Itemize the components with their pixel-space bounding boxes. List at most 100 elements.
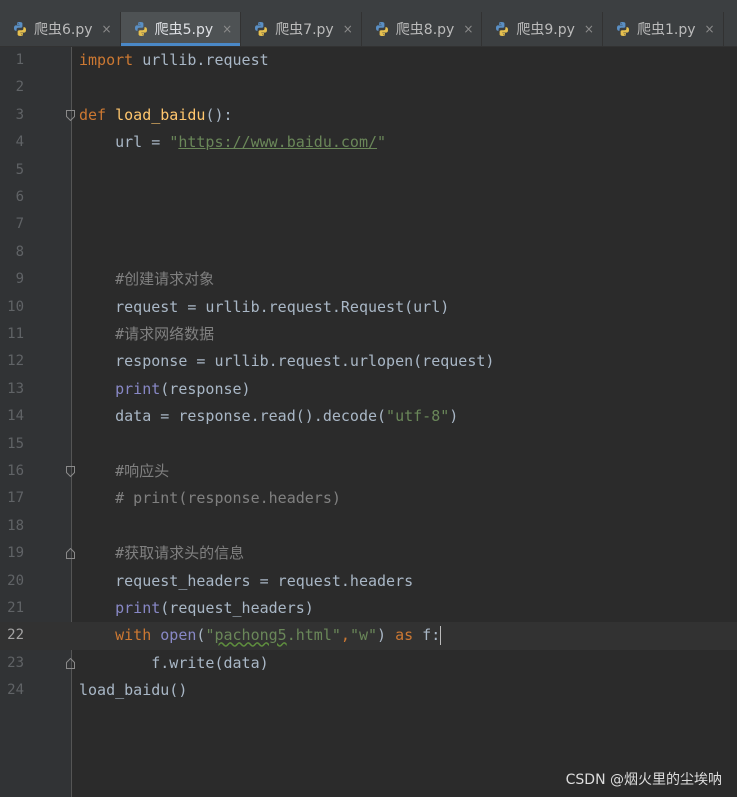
line-number: 24 xyxy=(7,682,24,699)
python-file-icon xyxy=(375,22,388,36)
fold-open-icon[interactable] xyxy=(66,109,75,121)
code-line[interactable]: 15 xyxy=(0,431,737,458)
code-text[interactable]: #获取请求头的信息 xyxy=(79,540,244,567)
code-line[interactable]: 14 data = response.read().decode("utf-8"… xyxy=(0,403,737,430)
editor-tab[interactable]: 爬虫5.py × xyxy=(120,12,242,46)
line-number: 8 xyxy=(15,243,24,260)
line-number: 18 xyxy=(7,517,24,534)
code-text[interactable]: f.write(data) xyxy=(79,650,269,677)
code-token: (request_headers) xyxy=(160,599,314,617)
code-token: " xyxy=(377,133,387,152)
code-text[interactable]: load_baidu() xyxy=(79,677,187,704)
code-token: (): xyxy=(205,105,233,124)
close-icon[interactable]: × xyxy=(343,22,353,36)
line-number: 19 xyxy=(7,545,24,562)
python-file-icon xyxy=(14,22,26,36)
line-number: 10 xyxy=(7,298,24,315)
editor-tab[interactable]: 爬虫8.py × xyxy=(362,12,483,46)
code-line[interactable]: 3 def load_baidu(): xyxy=(0,102,737,129)
editor-tab[interactable]: 爬虫7.py × xyxy=(241,12,362,46)
code-token: " xyxy=(169,133,179,152)
editor-tab[interactable]: 爬虫1.py × xyxy=(603,12,724,46)
code-line[interactable]: 24 load_baidu() xyxy=(0,677,737,704)
code-line[interactable]: 5 xyxy=(0,157,737,184)
code-line[interactable]: 17 # print(response.headers) xyxy=(0,485,737,512)
code-text[interactable]: #创建请求对象 xyxy=(79,266,214,293)
code-token: load_baidu() xyxy=(79,681,188,700)
code-token: #请求网络数据 xyxy=(79,325,215,343)
code-token: ) xyxy=(377,626,396,645)
code-line[interactable]: 16 #响应头 xyxy=(0,458,737,485)
code-line[interactable]: 1 import urllib.request xyxy=(0,47,737,74)
code-token: , xyxy=(340,626,350,645)
code-line[interactable]: 19 #获取请求头的信息 xyxy=(0,540,737,567)
code-token: url = xyxy=(79,133,170,152)
editor-tab[interactable]: 爬虫6.py × xyxy=(0,12,121,46)
code-line[interactable]: 2 xyxy=(0,74,737,101)
code-token: https://www.baidu.com/ xyxy=(178,133,378,152)
code-text[interactable]: with open("pachong5.html","w") as f: xyxy=(79,622,442,649)
code-text[interactable]: request = urllib.request.Request(url) xyxy=(79,294,449,321)
code-text[interactable]: print(request_headers) xyxy=(79,595,314,622)
code-text[interactable]: response = urllib.request.urlopen(reques… xyxy=(79,348,494,375)
fold-end-icon[interactable] xyxy=(66,657,75,669)
code-token: print xyxy=(115,379,161,398)
code-text[interactable]: def load_baidu(): xyxy=(79,102,233,129)
fold-end-icon[interactable] xyxy=(66,548,75,560)
code-text[interactable]: #请求网络数据 xyxy=(79,321,214,348)
close-icon[interactable]: × xyxy=(102,22,112,36)
line-number: 4 xyxy=(15,134,24,151)
code-token: def xyxy=(79,105,107,124)
code-line[interactable]: 13 print(response) xyxy=(0,376,737,403)
line-number: 5 xyxy=(15,161,24,178)
python-file-icon xyxy=(134,22,147,36)
code-line[interactable]: 9 #创建请求对象 xyxy=(0,266,737,293)
code-line[interactable]: 23 f.write(data) xyxy=(0,650,737,677)
code-token: #获取请求头的信息 xyxy=(79,544,245,563)
editor-tab-bar: 爬虫6.py × 爬虫5.py × 爬虫7.py × 爬虫8.py × 爬虫9.py × 爬虫1.p… xyxy=(0,12,737,47)
line-number: 2 xyxy=(15,79,24,96)
code-line[interactable]: 18 xyxy=(0,513,737,540)
code-line[interactable]: 11 #请求网络数据 xyxy=(0,321,737,348)
code-line[interactable]: 4 url = "https://www.baidu.com/" xyxy=(0,129,737,156)
code-line[interactable]: 8 xyxy=(0,239,737,266)
code-token: # print(response.headers) xyxy=(79,489,341,508)
code-token: f.write(data) xyxy=(79,653,269,672)
close-icon[interactable]: × xyxy=(222,22,232,36)
tab-label: 爬虫9.py xyxy=(516,22,575,38)
code-line[interactable]: 6 xyxy=(0,184,737,211)
editor-tab[interactable]: 爬虫9.py × xyxy=(482,12,603,46)
code-text[interactable]: #响应头 xyxy=(79,458,169,485)
code-token: open xyxy=(160,626,197,645)
code-text[interactable]: data = response.read().decode("utf-8") xyxy=(79,403,458,430)
code-line[interactable]: 10 request = urllib.request.Request(url) xyxy=(0,294,737,321)
code-line[interactable]: 20 request_headers = request.headers xyxy=(0,568,737,595)
fold-open-icon[interactable] xyxy=(66,466,75,477)
close-icon[interactable]: × xyxy=(705,22,715,36)
code-line[interactable]: 12 response = urllib.request.urlopen(req… xyxy=(0,348,737,375)
code-text[interactable]: # print(response.headers) xyxy=(79,485,341,512)
code-text[interactable]: import urllib.request xyxy=(79,47,269,74)
line-number: 20 xyxy=(7,572,24,589)
code-token: urllib.request xyxy=(133,51,269,69)
line-number: 9 xyxy=(15,271,24,288)
close-icon[interactable]: × xyxy=(463,22,473,36)
close-icon[interactable]: × xyxy=(584,22,594,36)
line-number: 11 xyxy=(7,326,24,342)
code-token: request_headers = request.headers xyxy=(79,571,414,590)
code-token: (response) xyxy=(160,379,251,398)
code-token: request = urllib.request.Request(url) xyxy=(79,297,450,316)
python-file-icon xyxy=(616,22,629,36)
tab-label: 爬虫1.py xyxy=(636,22,696,38)
code-line[interactable]: 7 xyxy=(0,211,737,238)
code-text[interactable]: url = "https://www.baidu.com/" xyxy=(79,129,386,156)
editor-window: 爬虫6.py × 爬虫5.py × 爬虫7.py × 爬虫8.py × 爬虫9.py × 爬虫1.p… xyxy=(0,0,737,797)
code-text[interactable]: request_headers = request.headers xyxy=(79,568,413,595)
code-line[interactable]: 22 with open("pachong5.html","w") as f: xyxy=(0,622,737,650)
tab-label: 爬虫6.py xyxy=(34,22,93,38)
code-line[interactable]: 21 print(request_headers) xyxy=(0,595,737,622)
code-text[interactable]: print(response) xyxy=(79,376,251,403)
